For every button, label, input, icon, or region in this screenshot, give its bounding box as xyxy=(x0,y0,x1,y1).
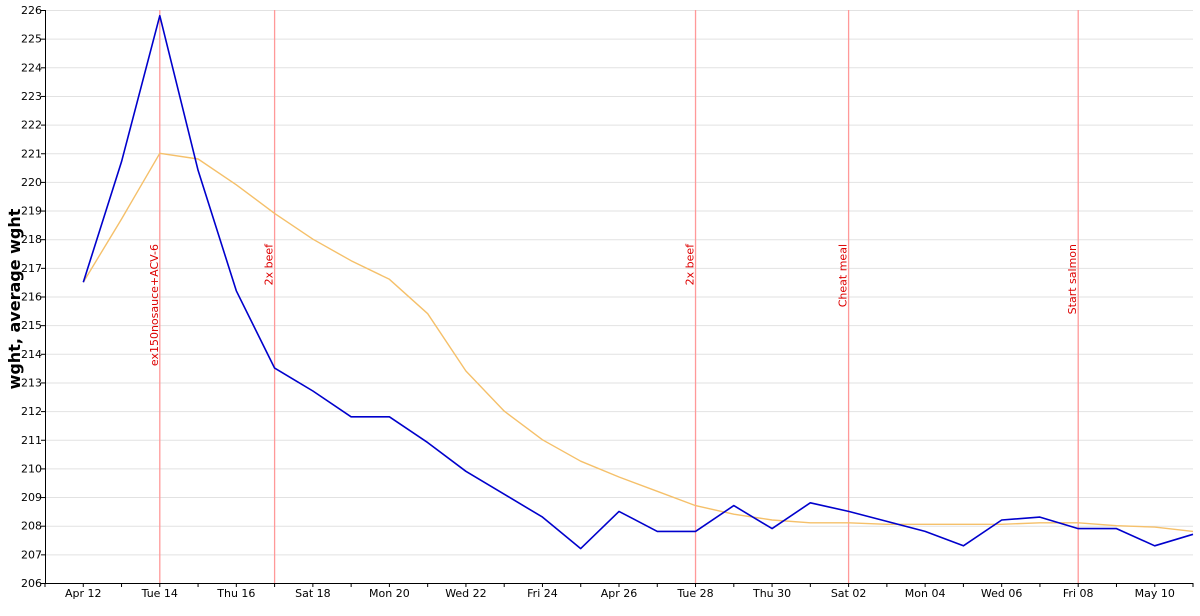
y-tick-label: 225 xyxy=(21,33,42,46)
annotation-label: Start salmon xyxy=(1066,244,1079,314)
x-tick-label: Sat 02 xyxy=(831,587,867,600)
y-tick-label: 214 xyxy=(21,348,42,361)
y-tick-label: 217 xyxy=(21,262,42,275)
x-tick-label: Thu 16 xyxy=(216,587,255,600)
y-tick-label: 210 xyxy=(21,462,42,475)
x-tick-label: Tue 14 xyxy=(141,587,178,600)
x-tick-label: Wed 22 xyxy=(445,587,486,600)
x-tick-label: Sat 18 xyxy=(295,587,331,600)
y-tick-label: 206 xyxy=(21,577,42,590)
y-tick-label: 216 xyxy=(21,291,42,304)
gridlines xyxy=(45,10,1193,584)
y-tick-label: 219 xyxy=(21,205,42,218)
x-tick-label: Fri 08 xyxy=(1063,587,1094,600)
x-tick-label: Wed 06 xyxy=(981,587,1022,600)
y-tick-label: 224 xyxy=(21,61,42,74)
y-tick-label: 208 xyxy=(21,520,42,533)
y-tick-label: 226 xyxy=(21,4,42,17)
x-tick-label: Thu 30 xyxy=(752,587,791,600)
annotation-label: 2x beef xyxy=(684,243,697,286)
y-tick-label: 221 xyxy=(21,147,42,160)
y-tick-label: 220 xyxy=(21,176,42,189)
x-tick-label: Fri 24 xyxy=(527,587,558,600)
y-tick-label: 223 xyxy=(21,90,42,103)
axes: 206 207 208 209 210 211 212 213 214 215 216 217 218 2… xyxy=(21,4,1194,600)
y-tick-label: 209 xyxy=(21,491,42,504)
x-tick-label: Mon 20 xyxy=(369,587,410,600)
x-tick-label: Mon 04 xyxy=(905,587,946,600)
y-tick-label: 222 xyxy=(21,119,42,132)
series-line-average-wght xyxy=(82,152,1194,533)
y-tick-label: 215 xyxy=(21,319,42,332)
y-tick-label: 218 xyxy=(21,233,42,246)
y-tick-label: 207 xyxy=(21,548,42,561)
x-tick-label: Apr 26 xyxy=(601,587,638,600)
x-tick-label: Tue 28 xyxy=(676,587,713,600)
y-axis-title: wght, average wght xyxy=(5,208,24,389)
y-tick-label: 212 xyxy=(21,405,42,418)
annotation-label: Cheat meal xyxy=(837,244,850,307)
annotation-label: 2x beef xyxy=(263,243,276,286)
y-tick-label: 211 xyxy=(21,434,42,447)
weight-line-chart: ex150nosauce+ACV-6 2x beef 2x beef Cheat me… xyxy=(5,4,1194,600)
x-tick-label: Apr 12 xyxy=(65,587,102,600)
annotation-label: ex150nosauce+ACV-6 xyxy=(148,244,161,366)
x-tick-label: May 10 xyxy=(1135,587,1175,600)
y-tick-label: 213 xyxy=(21,376,42,389)
